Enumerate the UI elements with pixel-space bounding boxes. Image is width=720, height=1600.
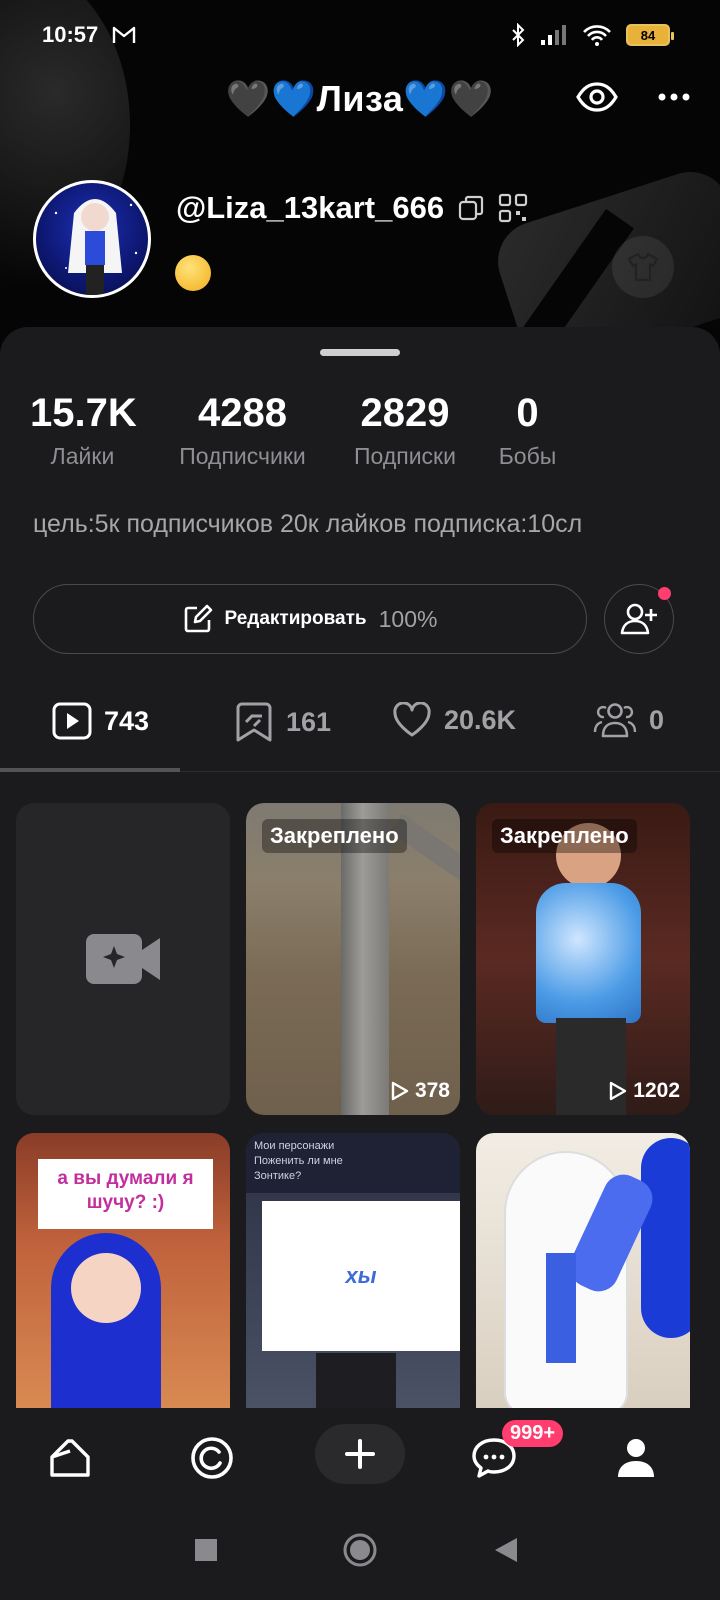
play-icon — [52, 702, 92, 740]
stat-followers[interactable]: 4288 Подписчики — [170, 389, 315, 470]
username: @Liza_13kart_666 — [176, 190, 445, 225]
repost-icon — [236, 702, 272, 742]
profile-bio: цель:5к подписчиков 20к лайков подписка:… — [33, 510, 583, 538]
status-time: 10:57 — [42, 22, 99, 47]
tab-friends[interactable]: 0 — [593, 702, 664, 738]
stat-label: Подписчики — [179, 443, 306, 469]
view-count: 378 — [391, 1079, 450, 1103]
profile-header-background — [0, 0, 720, 360]
thumbnail-topbar: Мои персонажи Поженить ли мне Зонтике? — [246, 1133, 460, 1193]
pinned-badge: Закреплено — [262, 819, 407, 853]
avatar[interactable] — [33, 180, 151, 298]
signal-icon — [541, 25, 566, 45]
add-user-icon — [620, 603, 657, 635]
stat-following[interactable]: 2829 Подписки — [345, 389, 465, 470]
status-bar: 10:57 84 — [42, 18, 674, 52]
stat-label: Бобы — [498, 443, 557, 469]
stat-beans[interactable]: 0 Бобы — [495, 389, 560, 470]
video-thumbnail[interactable]: Закреплено 1202 — [476, 803, 690, 1115]
thumbnail-image-detail — [316, 1353, 396, 1408]
view-count-value: 1202 — [633, 1079, 680, 1102]
tab-reposts[interactable]: 161 — [234, 702, 331, 742]
messages-badge: 999+ — [502, 1420, 564, 1447]
video-thumbnail[interactable]: Закреплено 378 — [246, 803, 460, 1115]
thumbnail-text: Зонтике? — [254, 1170, 302, 1182]
edit-profile-button[interactable]: Редактировать 100% — [33, 584, 587, 654]
plus-icon — [345, 1439, 375, 1469]
back-system-button[interactable] — [493, 1536, 519, 1564]
bluetooth-icon — [512, 23, 525, 47]
pinned-badge: Закреплено — [492, 819, 637, 853]
battery-level: 84 — [640, 27, 656, 43]
nav-home[interactable] — [40, 1430, 100, 1486]
nav-discover[interactable] — [182, 1430, 242, 1486]
stat-likes[interactable]: 15.7K Лайки — [30, 389, 137, 470]
edit-icon — [184, 604, 212, 633]
recent-apps-button[interactable] — [194, 1538, 218, 1562]
eye-icon[interactable] — [576, 82, 618, 112]
system-navigation-bar — [0, 1508, 720, 1600]
stat-value: 2829 — [360, 391, 450, 435]
video-thumbnail[interactable] — [476, 1133, 690, 1408]
thumbnail-text: Поженить ли мне — [254, 1155, 343, 1167]
edit-label: Редактировать — [224, 608, 367, 629]
shirt-icon — [627, 252, 659, 282]
status-emoji[interactable] — [175, 255, 211, 291]
drag-handle[interactable] — [320, 349, 400, 356]
copy-icon[interactable] — [458, 195, 484, 221]
view-count: 1202 — [609, 1079, 680, 1103]
add-friend-button[interactable] — [604, 584, 674, 654]
wifi-icon — [583, 25, 611, 46]
tab-count: 0 — [649, 704, 665, 735]
thumbnail-image-detail — [71, 1253, 141, 1323]
video-thumbnail[interactable]: а вы думали я шучу? :) — [16, 1133, 230, 1408]
create-video-tile[interactable] — [16, 803, 230, 1115]
tab-liked[interactable]: 20.6K — [392, 702, 516, 738]
view-count-value: 378 — [414, 1079, 450, 1102]
active-tab-indicator — [0, 768, 180, 772]
stat-label: Лайки — [50, 443, 115, 469]
heart-icon — [393, 702, 431, 737]
profile-completion: 100% — [378, 605, 438, 632]
stat-value: 0 — [516, 391, 539, 435]
battery-indicator: 84 — [626, 24, 674, 46]
video-thumbnail[interactable]: Мои персонажи Поженить ли мне Зонтике? х… — [246, 1133, 460, 1408]
thumbnail-image-detail — [641, 1138, 690, 1338]
play-outline-icon — [391, 1081, 409, 1101]
create-button[interactable] — [315, 1424, 405, 1484]
friends-icon — [593, 703, 637, 738]
stat-value: 15.7K — [30, 391, 137, 435]
profile-stats: 15.7K Лайки 4288 Подписчики 2829 Подписк… — [0, 389, 720, 479]
profile-icon — [618, 1439, 654, 1477]
more-icon[interactable] — [658, 93, 690, 101]
discover-icon — [191, 1437, 233, 1479]
play-outline-icon — [610, 1081, 627, 1101]
tab-count: 743 — [104, 705, 150, 736]
outfit-button[interactable] — [612, 236, 674, 298]
bottom-navigation: 999+ — [0, 1408, 720, 1508]
thumbnail-caption: а вы думали я шучу? :) — [38, 1159, 213, 1229]
thumbnail-image-detail — [536, 883, 641, 1023]
tab-videos[interactable]: 743 — [52, 702, 149, 740]
video-camera-icon — [86, 934, 160, 984]
stat-value: 4288 — [198, 391, 287, 435]
stat-label: Подписки — [354, 443, 456, 469]
thumbnail-text: Мои персонажи — [254, 1140, 335, 1152]
nav-profile[interactable] — [606, 1430, 666, 1486]
home-icon — [50, 1439, 90, 1477]
thumbnail-caption: хы — [262, 1201, 460, 1351]
content-tabs: 743 161 20.6K 0 — [0, 687, 720, 772]
qr-code-icon[interactable] — [498, 193, 528, 223]
home-system-button[interactable] — [342, 1532, 378, 1568]
notification-dot — [658, 587, 671, 600]
gmail-icon — [113, 26, 136, 43]
tab-count: 161 — [286, 706, 332, 737]
thumbnail-image-detail — [546, 1253, 576, 1363]
tab-count: 20.6K — [444, 704, 517, 735]
